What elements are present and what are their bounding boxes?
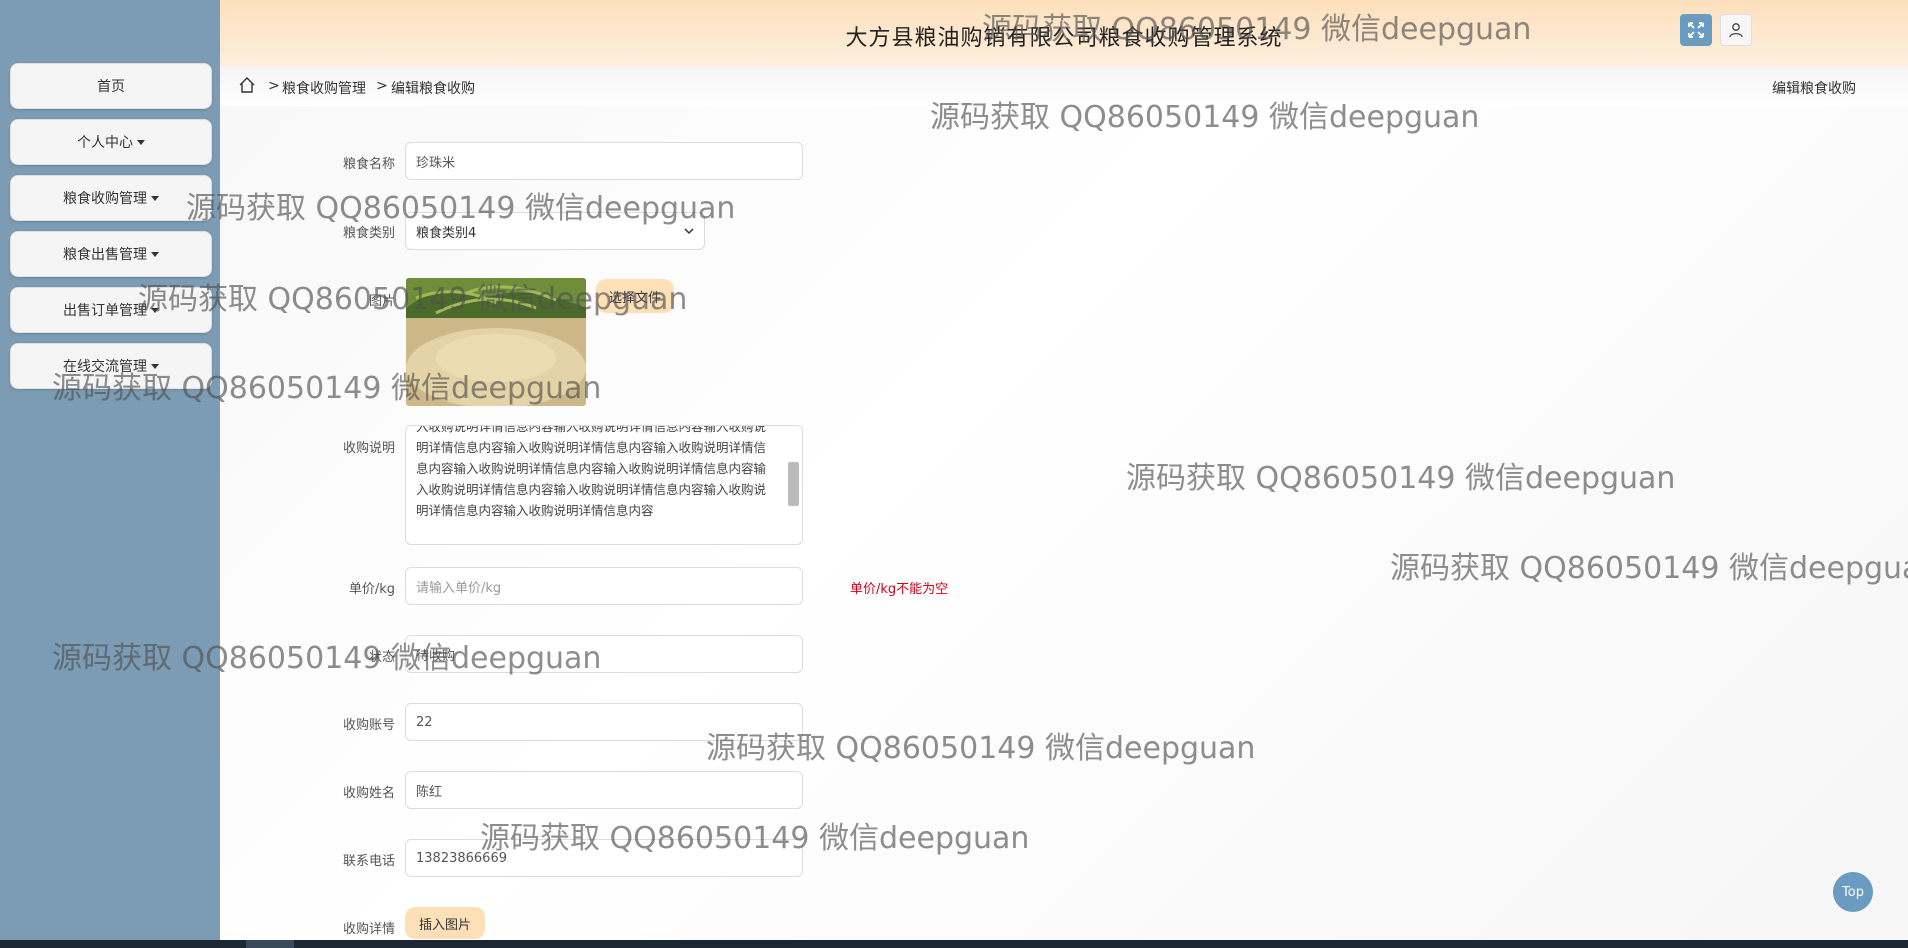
sidebar-item-label: 粮食出售管理 (63, 247, 147, 263)
fullscreen-icon (1688, 22, 1704, 38)
breadcrumb-separator: > (376, 78, 388, 94)
name-label: 粮食名称 (342, 157, 395, 172)
status-field[interactable]: 待收购 (405, 635, 803, 673)
back-to-top-button[interactable]: Top (1833, 872, 1873, 912)
sidebar-item-label: 在线交流管理 (63, 359, 147, 375)
phone-label: 联系电话 (342, 854, 395, 869)
page-label: 编辑粮食收购 (1772, 81, 1856, 97)
sidebar-item-personal-center[interactable]: 个人中心 (10, 119, 212, 165)
description-text: 入收购说明详情信息内容输入收购说明详情信息内容输入收购说明详情信息内容输入收购说… (416, 425, 767, 518)
chevron-down-icon (151, 363, 159, 369)
chevron-down-icon (151, 307, 159, 313)
detail-label: 收购详情 (342, 922, 395, 937)
chevron-down-icon (684, 228, 694, 235)
category-value: 粮食类别4 (416, 225, 477, 241)
user-button[interactable] (1720, 14, 1752, 46)
phone-field[interactable]: 13823866669 (405, 839, 803, 877)
fullscreen-button[interactable] (1680, 14, 1712, 46)
sidebar-item-grain-sale[interactable]: 粮食出售管理 (10, 231, 212, 277)
description-label: 收购说明 (342, 441, 395, 456)
buyer-name-label: 收购姓名 (342, 786, 395, 801)
sidebar-item-label: 粮食收购管理 (63, 191, 147, 207)
category-label: 粮食类别 (342, 226, 395, 241)
chevron-down-icon (137, 139, 145, 145)
chevron-down-icon (151, 195, 159, 201)
home-icon[interactable] (238, 76, 256, 94)
header: 大方县粮油购销有限公司粮食收购管理系统 (220, 0, 1908, 66)
user-icon (1729, 23, 1743, 38)
price-input[interactable]: 请输入单价/kg (405, 567, 803, 605)
description-textarea[interactable]: 入收购说明详情信息内容输入收购说明详情信息内容输入收购说明详情信息内容输入收购说… (405, 425, 803, 545)
sidebar-item-sale-orders[interactable]: 出售订单管理 (10, 287, 212, 333)
price-label: 单价/kg (348, 582, 395, 597)
taskbar (0, 940, 1908, 948)
name-field[interactable]: 珍珠米 (405, 142, 803, 180)
account-field[interactable]: 22 (405, 703, 803, 741)
breadcrumb-separator: > (268, 78, 280, 94)
breadcrumb-item-current: 编辑粮食收购 (391, 81, 475, 97)
breadcrumb: > 粮食收购管理 > 编辑粮食收购 编辑粮食收购 (220, 66, 1908, 106)
sidebar-item-home[interactable]: 首页 (10, 63, 212, 109)
taskbar-item[interactable] (246, 940, 294, 948)
sidebar-item-online-chat[interactable]: 在线交流管理 (10, 343, 212, 389)
breadcrumb-item-grain-purchase[interactable]: 粮食收购管理 (282, 78, 366, 98)
account-label: 收购账号 (342, 718, 395, 733)
image-label: 图片 (368, 294, 395, 309)
buyer-name-field[interactable]: 陈红 (405, 771, 803, 809)
price-error: 单价/kg不能为空 (850, 582, 949, 597)
sidebar-item-label: 个人中心 (77, 135, 133, 151)
sidebar-item-label: 出售订单管理 (63, 303, 147, 319)
sidebar-item-label: 首页 (97, 79, 125, 95)
choose-file-button[interactable]: 选择文件 (596, 279, 674, 313)
rice-image (406, 278, 586, 406)
category-select[interactable]: 粮食类别4 (405, 212, 705, 250)
status-label: 状态 (368, 650, 395, 665)
sidebar: 首页 个人中心 粮食收购管理 粮食出售管理 出售订单管理 在线交流管理 (0, 0, 220, 940)
chevron-down-icon (151, 251, 159, 257)
description-scrollbar[interactable] (786, 428, 800, 540)
insert-image-button[interactable]: 插入图片 (405, 907, 485, 939)
sidebar-item-grain-purchase[interactable]: 粮食收购管理 (10, 175, 212, 221)
app-title: 大方县粮油购销有限公司粮食收购管理系统 (845, 26, 1283, 51)
